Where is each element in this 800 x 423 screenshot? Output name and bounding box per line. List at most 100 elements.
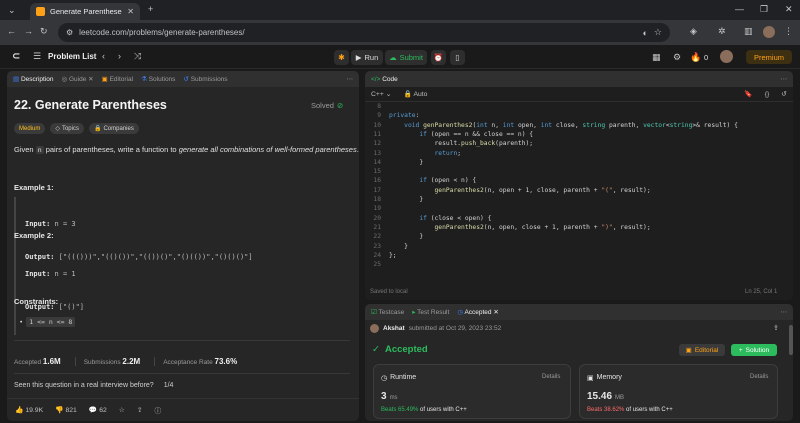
code-line[interactable]: 25 xyxy=(365,261,389,270)
extensions-puzzle-icon[interactable]: ✲ xyxy=(718,26,726,37)
code-editor[interactable]: 8 9 private: 10 void genParenthes2(int n, i… xyxy=(365,103,793,285)
companies-tag[interactable]: 🔒 Companies xyxy=(88,123,139,134)
editorial-button[interactable]: ▣ Editorial xyxy=(679,344,725,356)
code-line[interactable]: 19 xyxy=(365,205,389,214)
minimize-icon[interactable]: — xyxy=(735,4,744,14)
leetcode-logo-icon[interactable]: ⊂ xyxy=(12,51,20,62)
code-line[interactable]: 22 } xyxy=(365,233,423,242)
runtime-card[interactable]: ◷ Runtime Details 3 ms Beats 65.49% of use… xyxy=(373,364,571,419)
tab-code[interactable]: </> Code xyxy=(371,76,398,83)
url-input[interactable]: ⚙ leetcode.com/problems/generate-parenth… xyxy=(58,23,670,42)
topics-tag[interactable]: ◇ Topics xyxy=(50,123,84,134)
extension-icon[interactable]: ◈ xyxy=(690,26,697,37)
code-line[interactable]: 12 result.push_back(parenth); xyxy=(365,140,533,149)
close-window-icon[interactable]: ✕ xyxy=(785,4,793,15)
like-button[interactable]: 👍 19.9K xyxy=(15,406,43,414)
close-tab-icon[interactable]: ✕ xyxy=(127,7,134,16)
tab-search-icon[interactable]: ⌄ xyxy=(8,5,16,16)
profile-avatar[interactable] xyxy=(763,26,775,38)
code-line[interactable]: 24}; xyxy=(365,252,396,261)
tab-guide[interactable]: ◎ Guide ✕ xyxy=(61,75,93,83)
code-line[interactable]: 8 xyxy=(365,103,389,112)
favorite-star-icon[interactable]: ☆ xyxy=(119,406,125,414)
code-line[interactable]: 14 } xyxy=(365,159,423,168)
bookmark-star-icon[interactable]: ☆ xyxy=(654,27,662,38)
prev-problem-icon[interactable]: ‹ xyxy=(102,51,105,61)
problem-list-link[interactable]: Problem List xyxy=(48,52,96,61)
dislike-button[interactable]: 👎 821 xyxy=(55,406,77,414)
saved-status: Saved to local xyxy=(370,289,408,295)
runtime-details-link[interactable]: Details xyxy=(542,374,560,380)
code-line[interactable]: 15 xyxy=(365,168,389,177)
browser-menu-icon[interactable]: ⋮ xyxy=(784,26,793,37)
code-line[interactable]: 23 } xyxy=(365,243,408,252)
lock-icon: 🔒 xyxy=(93,126,102,132)
site-info-icon[interactable]: ⚙ xyxy=(66,28,73,37)
maximize-icon[interactable]: ❐ xyxy=(760,4,768,15)
solution-button[interactable]: + Solution xyxy=(731,344,777,356)
plus-icon: + xyxy=(738,346,743,354)
difficulty-badge[interactable]: Medium xyxy=(14,123,46,134)
tab-accepted[interactable]: ◷ Accepted ✕ xyxy=(457,308,499,316)
debug-button[interactable]: ✱ xyxy=(334,50,349,65)
code-line[interactable]: 17 genParenthes2(n, open + 1, close, par… xyxy=(365,187,650,196)
code-line[interactable]: 21 genParenthes2(n, open, close + 1, par… xyxy=(365,223,650,233)
line-number: 11 xyxy=(373,130,381,138)
comments-button[interactable]: 💬 62 xyxy=(89,406,107,414)
code-line[interactable]: 18 } xyxy=(365,196,423,205)
panel-more-icon[interactable]: ⋯ xyxy=(781,308,788,316)
share-icon[interactable]: ⇪ xyxy=(137,406,143,414)
memory-card[interactable]: ▣ Memory Details 15.46 MB Beats 38.62% of … xyxy=(579,364,778,419)
code-line[interactable]: 10 void genParenthes2(int n, int open, i… xyxy=(365,122,737,131)
sidepanel-icon[interactable]: ▥ xyxy=(744,26,753,37)
submit-button[interactable]: ☁ Submit xyxy=(385,50,427,65)
bookmark-icon[interactable]: 🔖 xyxy=(744,90,752,98)
code-line[interactable]: 16 if (open < n) { xyxy=(365,177,476,186)
panel-more-icon[interactable]: ⋯ xyxy=(347,75,354,83)
new-tab-icon[interactable]: + xyxy=(148,4,153,14)
interview-question[interactable]: Seen this question in a real interview b… xyxy=(14,382,173,389)
comment-icon: 💬 xyxy=(88,407,98,414)
back-icon[interactable]: ← xyxy=(7,26,16,36)
tab-editorial[interactable]: ▣ Editorial xyxy=(102,75,133,83)
tab-submissions[interactable]: ↺ Submissions xyxy=(183,75,227,83)
problem-title[interactable]: 22. Generate Parentheses xyxy=(14,98,167,112)
auto-toggle[interactable]: 🔒 Auto xyxy=(403,90,427,98)
google-lens-icon[interactable]: ◐ xyxy=(642,28,647,38)
reset-icon[interactable]: ↺ xyxy=(781,90,787,98)
tab-solutions[interactable]: ⚗ Solutions xyxy=(141,75,175,83)
layout-icon[interactable]: ▦ xyxy=(652,52,661,63)
run-button[interactable]: ▶ Run xyxy=(351,50,383,65)
forward-icon[interactable]: → xyxy=(24,26,33,36)
code-line[interactable]: 13 return; xyxy=(365,150,461,159)
clock-icon: ◷ xyxy=(457,309,463,316)
problem-list-icon[interactable]: ☰ xyxy=(33,51,41,62)
language-select[interactable]: C++ ⌄ xyxy=(371,90,391,98)
line-number: 21 xyxy=(373,223,381,231)
notes-button[interactable]: ▯ xyxy=(450,50,465,65)
code-text: } xyxy=(389,242,408,250)
streak-fire-icon[interactable]: 🔥 xyxy=(690,52,701,63)
user-avatar[interactable] xyxy=(720,50,733,63)
timer-button[interactable]: ⏰ xyxy=(431,50,446,65)
memory-details-link[interactable]: Details xyxy=(750,374,768,380)
reload-icon[interactable]: ↻ xyxy=(40,26,48,37)
tab-description[interactable]: ▤ Description xyxy=(13,75,53,83)
code-line[interactable]: 9 private: xyxy=(365,112,419,121)
shuffle-icon[interactable]: ⤨ xyxy=(134,51,141,62)
next-problem-icon[interactable]: › xyxy=(118,51,121,61)
browser-tab[interactable]: Generate Parentheses - LeetCo ✕ xyxy=(30,3,140,20)
streak-count: 0 xyxy=(704,53,709,62)
share-result-icon[interactable]: ⇪ xyxy=(773,324,779,332)
tab-testcase[interactable]: ☑ Testcase xyxy=(371,308,404,316)
runtime-label: ◷ Runtime xyxy=(381,374,417,382)
result-scrollbar[interactable] xyxy=(789,325,793,355)
code-line[interactable]: 11 if (open == n && close == n) { xyxy=(365,131,533,140)
tab-test-result[interactable]: ▸ Test Result xyxy=(412,308,449,316)
help-icon[interactable]: ⓘ xyxy=(155,405,162,415)
panel-more-icon[interactable]: ⋯ xyxy=(781,75,788,83)
premium-button[interactable]: Premium xyxy=(746,50,792,64)
code-line[interactable]: 20 if (close < open) { xyxy=(365,215,491,224)
settings-gear-icon[interactable]: ⚙ xyxy=(673,52,681,63)
braces-format-icon[interactable]: {} xyxy=(765,91,770,98)
